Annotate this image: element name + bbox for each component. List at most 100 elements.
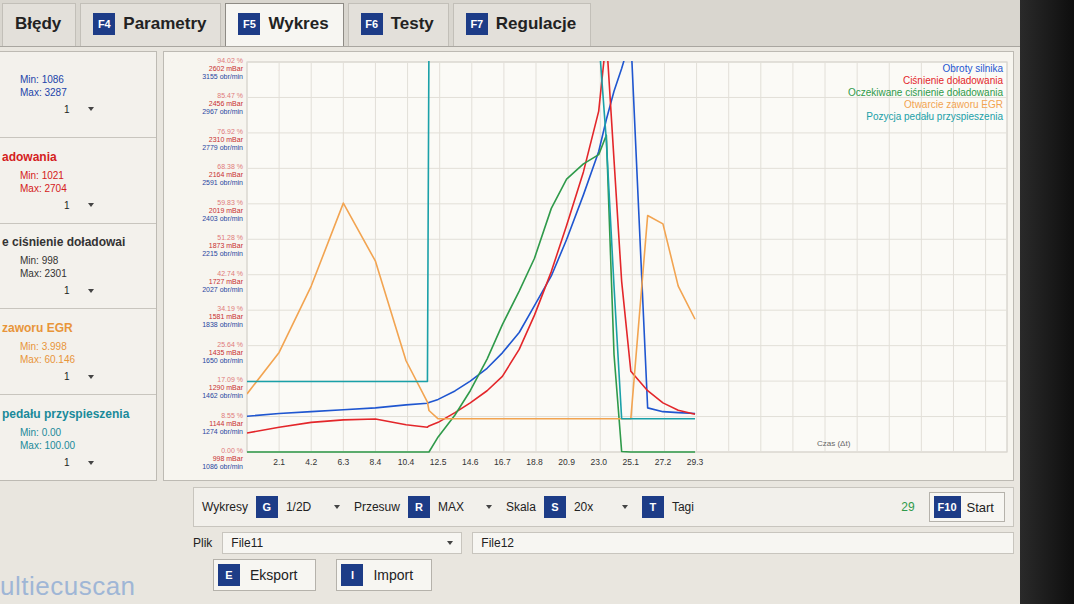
rpm-label: 3155 obr/min: [202, 73, 243, 80]
pressure-label: 1144 mBar: [209, 420, 243, 427]
x-tick: 8.4: [370, 457, 382, 467]
tab-label: Parametry: [123, 14, 206, 34]
percent-label: 68.38 %: [217, 163, 243, 170]
min-value: Min: 3.998: [20, 341, 152, 352]
start-button[interactable]: F10Start: [929, 492, 1005, 522]
pressure-label: 1727 mBar: [209, 278, 244, 285]
percent-label: 59.83 %: [217, 199, 243, 206]
x-tick: 16.7: [494, 457, 511, 467]
tab-label: Testy: [391, 14, 434, 34]
x-tick: 27.2: [655, 457, 672, 467]
percent-label: 76.92 %: [217, 128, 243, 135]
axis-select[interactable]: 1: [64, 285, 152, 296]
percent-label: 42.74 %: [217, 270, 243, 277]
pressure-label: 1435 mBar: [209, 349, 244, 356]
logo-area: ultiecuscan: [0, 487, 185, 604]
y-tick: 59.83 %2019 mBar2403 obr/min: [202, 199, 244, 222]
grid-line: [247, 168, 1007, 169]
rpm-label: 2027 obr/min: [202, 286, 243, 293]
grid-line: [696, 62, 697, 452]
rpm-label: 1274 obr/min: [202, 428, 243, 435]
control-label: Wykresy: [202, 500, 248, 514]
caret-icon: [622, 505, 628, 509]
action-button[interactable]: IImport: [336, 559, 432, 591]
pressure-label: 1581 mBar: [209, 313, 244, 320]
legend-item[interactable]: Otwarcie zaworu EGR: [904, 99, 1003, 110]
percent-label: 85.47 %: [217, 92, 243, 99]
rpm-label: 1838 obr/min: [202, 321, 243, 328]
y-tick: 85.47 %2456 mBar2967 obr/min: [202, 92, 244, 115]
x-axis-label: Czas (Δt): [817, 439, 851, 448]
action-button[interactable]: EEksport: [213, 559, 316, 591]
file-field[interactable]: File12: [472, 532, 1014, 554]
controls: WykresyG1/2DPrzesuwRMAXSkalaS20xTTagi29F…: [193, 487, 1014, 604]
pressure-label: 2310 mBar: [209, 136, 244, 143]
percent-label: 51.28 %: [217, 234, 243, 241]
min-value: Min: 998: [20, 255, 152, 266]
series-line: [247, 135, 695, 452]
tab[interactable]: F5Wykres: [225, 3, 343, 46]
grid-line: [760, 62, 761, 452]
axis-select[interactable]: 1: [64, 457, 152, 468]
y-tick: 42.74 %1727 mBar2027 obr/min: [202, 270, 244, 293]
tab[interactable]: F7Regulacje: [453, 3, 591, 46]
app: Błędy F4ParametryF5WykresF6TestyF7Regulac…: [0, 0, 1074, 604]
min-value: Min: 1086: [20, 74, 152, 85]
axis-select[interactable]: 1: [64, 371, 152, 382]
grid-line: [247, 203, 1007, 204]
rpm-label: 1462 obr/min: [202, 392, 243, 399]
rpm-label: 2215 obr/min: [202, 250, 243, 257]
percent-label: 8.55 %: [221, 412, 243, 419]
screen: Błędy F4ParametryF5WykresF6TestyF7Regulac…: [0, 0, 1020, 604]
axis-select[interactable]: 1: [64, 200, 152, 211]
caret-icon: [88, 107, 94, 111]
legend-item[interactable]: Pozycja pedału przyspieszenia: [866, 111, 1003, 122]
series-section: adowaniaMin: 1021Max: 27041: [0, 138, 156, 224]
legend-item[interactable]: Ciśnienie doładowania: [903, 75, 1004, 86]
key-badge: I: [341, 564, 363, 586]
caret-icon: [447, 541, 453, 545]
select-control[interactable]: SkalaS20x: [506, 496, 628, 518]
select-control[interactable]: PrzesuwRMAX: [354, 496, 492, 518]
tab-label: Błędy: [15, 14, 61, 34]
min-value: Min: 1021: [20, 170, 152, 181]
tab[interactable]: Błędy: [2, 3, 76, 46]
caret-icon: [88, 289, 94, 293]
rpm-label: 1086 obr/min: [202, 463, 243, 470]
grid-line: [857, 62, 858, 452]
x-tick: 4.2: [305, 457, 317, 467]
percent-label: 25.64 %: [217, 341, 243, 348]
caret-icon: [88, 375, 94, 379]
series-line: [247, 61, 695, 433]
series-title: pedału przyspieszenia: [2, 407, 152, 421]
grid-line: [247, 239, 1007, 240]
rpm-label: 2779 obr/min: [202, 144, 243, 151]
axis-select[interactable]: 1: [64, 104, 152, 115]
grid-line: [247, 274, 1007, 275]
y-tick: 94.02 %2602 mBar3155 obr/min: [202, 57, 244, 80]
grid-line: [375, 62, 376, 452]
file-select[interactable]: File11: [222, 532, 462, 554]
series-line: [247, 203, 695, 419]
grid-line: [311, 62, 312, 452]
legend-item[interactable]: Obroty silnika: [942, 63, 1003, 74]
tab-bar: Błędy F4ParametryF5WykresF6TestyF7Regulac…: [0, 0, 1020, 47]
toggle-control[interactable]: TTagi: [642, 496, 694, 518]
key-badge: G: [256, 496, 278, 518]
key-badge: T: [642, 496, 664, 518]
y-tick: 8.55 %1144 mBar1274 obr/min: [202, 412, 244, 435]
line-chart: 94.02 %2602 mBar3155 obr/min 85.47 %2456 …: [167, 54, 1013, 478]
y-tick: 34.19 %1581 mBar1838 obr/min: [202, 305, 244, 328]
y-tick: 0.00 %998 mBar1086 obr/min: [202, 447, 244, 470]
key-badge: F7: [466, 13, 488, 35]
y-tick: 17.09 %1290 mBar1462 obr/min: [202, 376, 244, 399]
tab[interactable]: F4Parametry: [80, 3, 221, 46]
tab[interactable]: F6Testy: [348, 3, 449, 46]
select-control[interactable]: WykresyG1/2D: [202, 496, 340, 518]
grid-line: [247, 345, 1007, 346]
legend-item[interactable]: Oczekiwane ciśnienie doładowania: [848, 87, 1004, 98]
rpm-label: 2967 obr/min: [202, 108, 243, 115]
grid-line: [664, 62, 665, 452]
grid-line: [279, 62, 280, 452]
file-label: Plik: [193, 536, 212, 550]
